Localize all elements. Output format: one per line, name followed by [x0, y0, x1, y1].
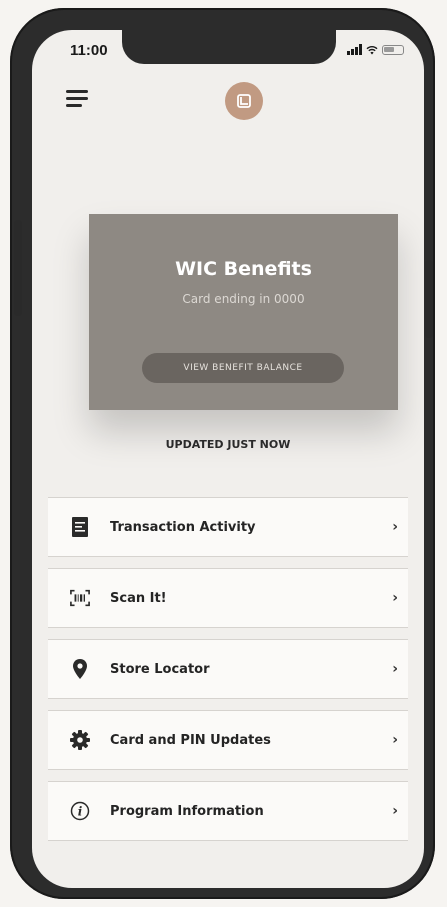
- chevron-right-icon: ›: [392, 661, 398, 677]
- receipt-icon: [70, 517, 90, 537]
- menu-item-transaction-activity[interactable]: Transaction Activity ›: [48, 497, 408, 557]
- menu-item-label: Program Information: [110, 803, 264, 819]
- status-icons: [347, 44, 404, 55]
- menu-item-store-locator[interactable]: Store Locator ›: [48, 639, 408, 699]
- menu-item-label: Card and PIN Updates: [110, 732, 271, 748]
- wifi-icon: [366, 45, 378, 54]
- status-time: 11:00: [70, 42, 108, 59]
- phone-frame: 11:00 WIC Benefits Card ending in 0000 V…: [10, 8, 435, 899]
- info-icon: i: [70, 801, 90, 821]
- phone-notch: [122, 30, 336, 64]
- benefits-card: WIC Benefits Card ending in 0000 VIEW BE…: [89, 214, 398, 410]
- menu-item-program-information[interactable]: i Program Information ›: [48, 781, 408, 841]
- menu-item-label: Transaction Activity: [110, 519, 256, 535]
- phone-screen: 11:00 WIC Benefits Card ending in 0000 V…: [32, 30, 424, 888]
- signal-icon: [347, 44, 362, 55]
- menu-item-label: Store Locator: [110, 661, 210, 677]
- phone-side-button-left: [14, 220, 22, 316]
- menu-list: Transaction Activity › Scan It! › Store …: [48, 497, 408, 852]
- chevron-right-icon: ›: [392, 803, 398, 819]
- menu-item-scan-it[interactable]: Scan It! ›: [48, 568, 408, 628]
- barcode-scan-icon: [70, 588, 90, 608]
- view-benefit-balance-button[interactable]: VIEW BENEFIT BALANCE: [142, 353, 344, 383]
- chevron-right-icon: ›: [392, 732, 398, 748]
- svg-text:i: i: [78, 805, 83, 819]
- phone-side-button-right: [425, 260, 433, 338]
- chevron-right-icon: ›: [392, 590, 398, 606]
- map-pin-icon: [70, 659, 90, 679]
- app-logo-icon: [225, 82, 263, 120]
- card-subtitle: Card ending in 0000: [182, 292, 305, 306]
- card-title: WIC Benefits: [175, 258, 312, 280]
- gear-icon: [70, 730, 90, 750]
- chevron-right-icon: ›: [392, 519, 398, 535]
- menu-item-label: Scan It!: [110, 590, 167, 606]
- menu-item-card-pin-updates[interactable]: Card and PIN Updates ›: [48, 710, 408, 770]
- hamburger-icon: [66, 90, 88, 93]
- battery-icon: [382, 44, 404, 55]
- updated-status: UPDATED JUST NOW: [165, 438, 291, 451]
- hamburger-menu-button[interactable]: [66, 90, 88, 108]
